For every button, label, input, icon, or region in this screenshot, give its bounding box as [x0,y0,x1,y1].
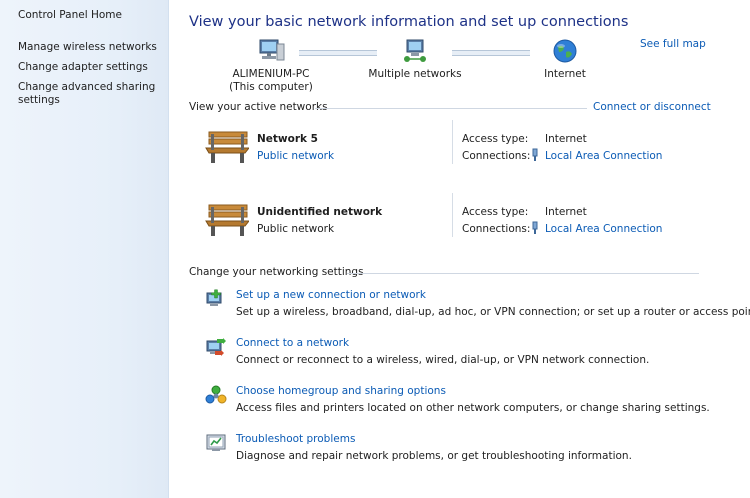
homegroup-options-link[interactable]: Choose homegroup and sharing options [236,385,446,397]
ethernet-icon [532,148,538,161]
bench-icon [205,204,249,236]
new-connection-icon [206,289,222,306]
multiple-networks-icon [404,39,426,62]
map-computer-node[interactable]: ALIMENIUM-PC (This computer) [221,38,321,94]
active-networks-label: View your active networks [189,101,328,113]
troubleshoot-desc: Diagnose and repair network problems, or… [236,450,632,462]
local-area-connection-link[interactable]: Local Area Connection [545,150,662,162]
access-type-label: Access type: [462,206,529,218]
connect-network-icon [206,338,226,356]
setup-connection-link[interactable]: Set up a new connection or network [236,289,426,301]
computer-icon [259,39,285,61]
connect-network-link[interactable]: Connect to a network [236,337,349,349]
section-divider [315,108,587,109]
network-name: Network 5 [257,133,318,145]
manage-wireless-networks-link[interactable]: Manage wireless networks [18,41,158,54]
bench-icon [205,131,249,163]
connect-or-disconnect-link[interactable]: Connect or disconnect [593,101,711,113]
networking-settings-label: Change your networking settings [189,266,364,278]
connections-label: Connections: [462,223,531,235]
connect-network-desc: Connect or reconnect to a wireless, wire… [236,354,650,366]
change-advanced-sharing-link[interactable]: Change advanced sharing settings [18,81,158,107]
connections-label: Connections: [462,150,531,162]
main-content: View your basic network information and … [169,0,750,498]
network-divider [452,193,453,237]
multiple-networks-label: Multiple networks [368,68,462,80]
setup-connection-desc: Set up a wireless, broadband, dial-up, a… [236,306,750,318]
access-type-label: Access type: [462,133,529,145]
local-area-connection-link[interactable]: Local Area Connection [545,223,662,235]
control-panel-home-link[interactable]: Control Panel Home [18,9,122,21]
network-type-link[interactable]: Public network [257,150,334,162]
change-adapter-settings-link[interactable]: Change adapter settings [18,61,158,74]
troubleshoot-icon [206,434,226,451]
section-divider [347,273,699,274]
network-divider [452,120,453,164]
access-type-value: Internet [545,133,587,145]
globe-icon [553,39,577,63]
network-name: Unidentified network [257,206,383,218]
map-networks-node[interactable]: Multiple networks [365,38,465,81]
ethernet-icon [532,221,538,234]
homegroup-icon [205,385,227,404]
page-title: View your basic network information and … [189,14,629,30]
access-type-value: Internet [545,206,587,218]
troubleshoot-link[interactable]: Troubleshoot problems [236,433,355,445]
sidebar: Control Panel Home Manage wireless netwo… [0,0,169,498]
internet-label: Internet [544,68,586,80]
computer-subtitle: (This computer) [229,81,313,93]
homegroup-options-desc: Access files and printers located on oth… [236,402,710,414]
computer-name: ALIMENIUM-PC [232,68,310,80]
map-internet-node[interactable]: Internet [515,38,615,81]
network-type: Public network [257,223,335,235]
see-full-map-link[interactable]: See full map [640,38,706,50]
